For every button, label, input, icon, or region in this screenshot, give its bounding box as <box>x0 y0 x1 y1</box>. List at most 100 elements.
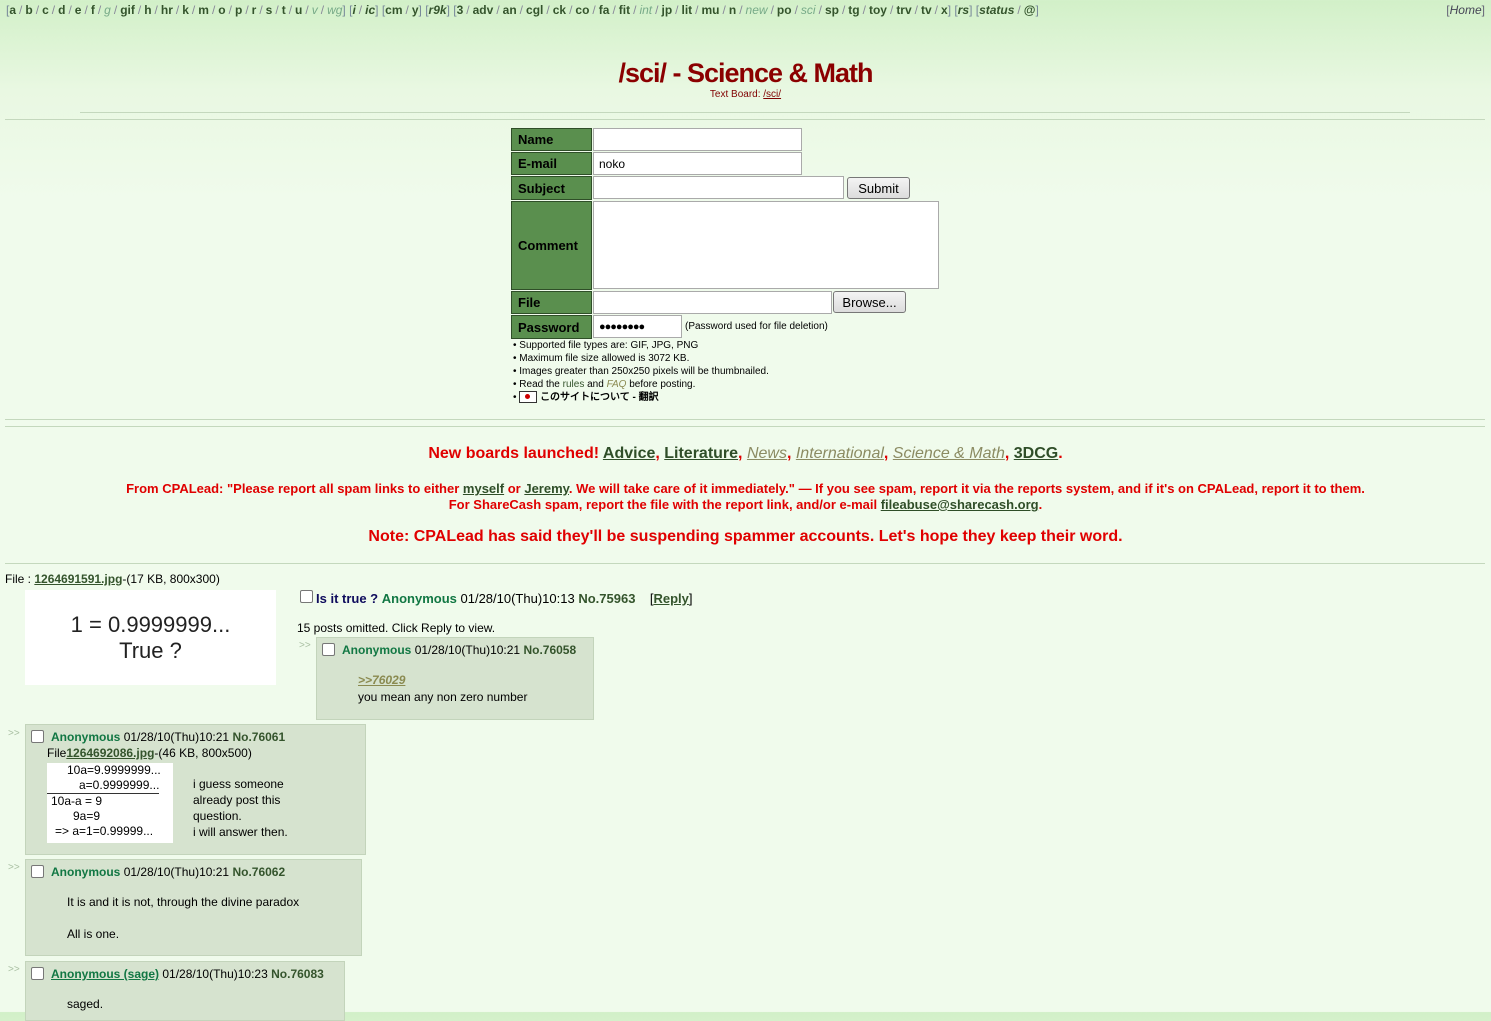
nav-separator: / <box>305 3 309 17</box>
board-nav-link-b[interactable]: b <box>25 3 32 17</box>
name-input[interactable] <box>593 128 802 151</box>
comment-textarea[interactable] <box>593 201 939 289</box>
board-nav-link-f[interactable]: f <box>91 3 95 17</box>
submit-button[interactable]: Submit <box>847 177 910 199</box>
board-link-science-math[interactable]: Science & Math <box>893 445 1005 462</box>
board-nav-link-an[interactable]: an <box>503 3 517 17</box>
board-nav-link-k[interactable]: k <box>182 3 189 17</box>
myself-link[interactable]: myself <box>463 481 504 496</box>
board-nav-link-po[interactable]: po <box>777 3 792 17</box>
board-nav-link-new[interactable]: new <box>746 3 768 17</box>
board-nav-link-toy[interactable]: toy <box>869 3 887 17</box>
board-nav-link-co[interactable]: co <box>575 3 589 17</box>
board-nav-link-v[interactable]: v <box>312 3 318 17</box>
text-board-link[interactable]: /sci/ <box>763 89 781 100</box>
reply-poster-email-link[interactable]: Anonymous (sage) <box>51 967 159 981</box>
board-nav-link-p[interactable]: p <box>235 3 242 17</box>
reply-number[interactable]: No.76062 <box>232 865 285 879</box>
board-link-advice[interactable]: Advice <box>603 445 655 462</box>
board-nav-link-n[interactable]: n <box>729 3 736 17</box>
board-nav-link-d[interactable]: d <box>58 3 65 17</box>
reply-delete-checkbox[interactable] <box>31 865 44 878</box>
thumb-text: 1 = 0.9999999... <box>70 611 231 637</box>
fileabuse-email-link[interactable]: fileabuse@sharecash.org <box>881 497 1039 512</box>
reply-delete-checkbox[interactable] <box>322 643 335 656</box>
board-nav-link-c[interactable]: c <box>42 3 49 17</box>
board-nav-link-m[interactable]: m <box>198 3 209 17</box>
jeremy-link[interactable]: Jeremy <box>524 481 569 496</box>
reply-file-link[interactable]: 1264692086.jpg <box>66 746 154 760</box>
thumb-text: 10a-a = 9 <box>51 794 103 808</box>
board-nav-link-t[interactable]: t <box>282 3 286 17</box>
board-nav-link-jp[interactable]: jp <box>661 3 672 17</box>
nav-separator: / <box>288 3 293 17</box>
board-nav-link-fit[interactable]: fit <box>619 3 630 17</box>
board-nav-link-r[interactable]: r <box>252 3 257 17</box>
file-input[interactable] <box>593 291 832 314</box>
board-nav-link-status[interactable]: status <box>979 3 1014 17</box>
board-nav-link-h[interactable]: h <box>144 3 151 17</box>
board-nav-link-wg[interactable]: wg <box>327 3 342 17</box>
board-nav-link-cm[interactable]: cm <box>385 3 402 17</box>
quote-link[interactable]: >>76029 <box>358 673 405 687</box>
faq-link[interactable]: FAQ <box>607 379 627 390</box>
reply-line: i will answer then. <box>193 825 288 839</box>
password-input[interactable]: ●●●●●●●● <box>593 315 682 338</box>
board-nav-link-hr[interactable]: hr <box>161 3 173 17</box>
reply-thumbnail[interactable]: 10a=9.9999999... a=0.9999999... 10a-a = … <box>47 763 173 843</box>
reply-number[interactable]: No.76058 <box>523 643 576 657</box>
board-nav-link-int[interactable]: int <box>639 3 652 17</box>
board-nav-link-adv[interactable]: adv <box>473 3 494 17</box>
board-nav-link-3[interactable]: 3 <box>457 3 464 17</box>
board-nav-link-rs[interactable]: rs <box>958 3 969 17</box>
board-nav-link-cgl[interactable]: cgl <box>526 3 543 17</box>
rules-link[interactable]: rules <box>563 379 585 390</box>
thumb-text: a=0.9999999... <box>47 778 159 794</box>
home-link[interactable]: Home <box>1450 3 1482 17</box>
board-nav-link-e[interactable]: e <box>75 3 82 17</box>
reply-line: question. <box>193 809 242 823</box>
board-nav-link-sp[interactable]: sp <box>825 3 839 17</box>
board-nav-link-a[interactable]: a <box>9 3 16 17</box>
board-nav-link-x[interactable]: x <box>941 3 948 17</box>
email-input[interactable]: noko <box>593 152 802 175</box>
board-nav-link-tv[interactable]: tv <box>921 3 932 17</box>
board-link-international[interactable]: International <box>796 445 884 462</box>
board-nav-link-ck[interactable]: ck <box>553 3 566 17</box>
board-nav-link-o[interactable]: o <box>218 3 225 17</box>
board-nav-link-g[interactable]: g <box>104 3 111 17</box>
board-nav-link-y[interactable]: y <box>412 3 419 17</box>
board-nav-link-at[interactable]: @ <box>1024 3 1036 17</box>
reply-number[interactable]: No.76083 <box>271 967 324 981</box>
board-nav-link-u[interactable]: u <box>295 3 302 17</box>
nav-separator: / <box>191 3 196 17</box>
board-nav-link-lit[interactable]: lit <box>682 3 693 17</box>
subject-input[interactable] <box>593 176 844 199</box>
board-nav-link-fa[interactable]: fa <box>599 3 610 17</box>
reply-number[interactable]: No.76061 <box>232 730 285 744</box>
board-nav-link-gif[interactable]: gif <box>120 3 135 17</box>
board-nav-link-sci[interactable]: sci <box>801 3 816 17</box>
board-nav-link-s[interactable]: s <box>266 3 273 17</box>
board-nav-link-r9k[interactable]: r9k <box>429 3 447 17</box>
board-link-literature[interactable]: Literature <box>664 445 738 462</box>
board-nav-link-tg[interactable]: tg <box>848 3 859 17</box>
op-post-number[interactable]: No.75963 <box>578 591 635 606</box>
op-thumbnail[interactable]: 1 = 0.9999999... True ? <box>25 590 276 685</box>
board-link-3dcg[interactable]: 3DCG <box>1014 445 1058 462</box>
reply-delete-checkbox[interactable] <box>31 967 44 980</box>
board-nav-link-trv[interactable]: trv <box>896 3 911 17</box>
reply-date: 01/28/10(Thu)10:21 <box>414 643 521 657</box>
jp-info-link[interactable]: このサイトについて - 翻訳 <box>540 392 659 403</box>
op-delete-checkbox[interactable] <box>300 590 313 603</box>
board-nav-link-i[interactable]: i <box>352 3 355 17</box>
name-label: Name <box>511 128 592 151</box>
reply-delete-checkbox[interactable] <box>31 730 44 743</box>
op-file-link[interactable]: 1264691591.jpg <box>34 572 122 586</box>
board-link-news[interactable]: News <box>747 445 787 462</box>
browse-button[interactable]: Browse... <box>833 291 906 313</box>
reply-link[interactable]: Reply <box>653 591 688 606</box>
board-nav-link-mu[interactable]: mu <box>702 3 720 17</box>
board-nav-link-ic[interactable]: ic <box>365 3 375 17</box>
board-subtitle: Text Board: /sci/ <box>0 89 1491 100</box>
